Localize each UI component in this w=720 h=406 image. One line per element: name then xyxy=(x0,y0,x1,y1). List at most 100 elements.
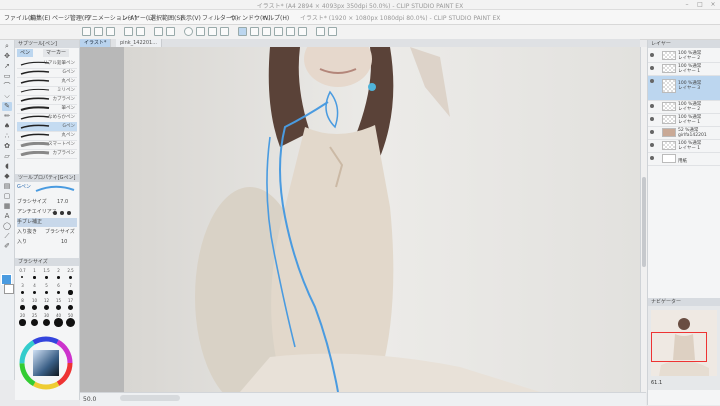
brush-size-grid[interactable]: 0.7 1 1.5 2 2.5 3 4 5 6 7 8 10 12 15 17 20 25 30 40 50 xyxy=(15,268,79,332)
menu-selection[interactable]: 選択範囲(S) xyxy=(150,13,183,22)
maximize-icon[interactable]: □ xyxy=(693,1,707,8)
balloon-tool-icon[interactable]: ◯ xyxy=(2,222,12,231)
tab-reference[interactable]: pink_142201... xyxy=(116,39,162,47)
eye-icon[interactable] xyxy=(650,66,654,70)
eye-icon[interactable] xyxy=(650,104,654,108)
brush-size-cell[interactable]: 6 xyxy=(53,283,64,297)
zoom-tool-icon[interactable]: ⌕ xyxy=(2,42,12,51)
operation-tool-icon[interactable]: ➚ xyxy=(2,62,12,71)
layer-item[interactable]: 100 %通常 レイヤー 1 xyxy=(648,114,720,127)
eye-icon[interactable] xyxy=(650,117,654,121)
flip-icon[interactable] xyxy=(316,27,325,36)
canvas-area[interactable] xyxy=(80,47,640,392)
menu-help[interactable]: ヘルプ(H) xyxy=(262,13,289,22)
brush-size-cell[interactable]: 4 xyxy=(29,283,40,297)
brush-size-cell[interactable]: 10 xyxy=(29,298,40,312)
scroll-thumb[interactable] xyxy=(642,177,646,267)
frame-tool-icon[interactable]: ▦ xyxy=(2,202,12,211)
layer-item[interactable]: 100 %通常 レイヤー 2 xyxy=(648,50,720,63)
navigator-preview[interactable] xyxy=(651,310,717,376)
move-tool-icon[interactable]: ✥ xyxy=(2,52,12,61)
brush-size-cell[interactable]: 17 xyxy=(65,298,76,312)
close-icon[interactable]: × xyxy=(706,1,720,8)
blend-tool-icon[interactable]: ◖ xyxy=(2,162,12,171)
layer-item[interactable]: 100 %通常 レイヤー 2 xyxy=(648,101,720,114)
fill-tool-icon[interactable]: ◆ xyxy=(2,172,12,181)
ruler-icon[interactable] xyxy=(250,27,259,36)
figure-tool-icon[interactable]: ▢ xyxy=(2,192,12,201)
layer-item[interactable]: 100 %通常 レイヤー 1 xyxy=(648,63,720,76)
crop-icon[interactable] xyxy=(286,27,295,36)
undo-icon[interactable] xyxy=(124,27,133,36)
ruler-tool-icon[interactable]: ⟋ xyxy=(2,232,12,241)
save-icon[interactable] xyxy=(106,27,115,36)
decoration-tool-icon[interactable]: ✿ xyxy=(2,142,12,151)
transform-icon[interactable] xyxy=(166,27,175,36)
brush-tool-icon[interactable]: ♠ xyxy=(2,122,12,131)
antialias-option[interactable] xyxy=(53,211,57,215)
perspective-icon[interactable] xyxy=(274,27,283,36)
navigator-view-rect[interactable] xyxy=(651,332,707,362)
open-icon[interactable] xyxy=(94,27,103,36)
menu-view[interactable]: 表示(V) xyxy=(180,13,201,22)
status-zoom[interactable]: 50.0 xyxy=(83,396,96,403)
eye-icon[interactable] xyxy=(650,156,654,160)
brush-item[interactable]: カブラペン xyxy=(17,149,77,159)
eraser-tool-icon[interactable]: ▱ xyxy=(2,152,12,161)
clear-icon[interactable] xyxy=(154,27,163,36)
snap-icon[interactable] xyxy=(238,27,247,36)
canvas-vertical-scrollbar[interactable] xyxy=(640,47,647,392)
lasso-tool-icon[interactable]: ⌒ xyxy=(2,82,12,91)
color-wheel[interactable] xyxy=(19,336,73,390)
brush-size-cell[interactable]: 1 xyxy=(29,268,40,282)
rotate-icon[interactable] xyxy=(328,27,337,36)
airbrush-tool-icon[interactable]: ∴ xyxy=(2,132,12,141)
brush-size-cell[interactable]: 2.5 xyxy=(65,268,76,282)
deselect-icon[interactable] xyxy=(208,27,217,36)
gradient-tool-icon[interactable]: ▤ xyxy=(2,182,12,191)
minimize-icon[interactable]: – xyxy=(680,1,694,8)
stroke-in-row[interactable]: 入り抜き ブラシサイズ xyxy=(17,228,77,237)
brush-size-cell[interactable]: 1.5 xyxy=(41,268,52,282)
select-all-icon[interactable] xyxy=(196,27,205,36)
brush-size-cell[interactable]: 25 xyxy=(29,313,40,327)
correct-line-tool-icon[interactable]: ✐ xyxy=(2,242,12,251)
pencil-tool-icon[interactable]: ✏ xyxy=(2,112,12,121)
brush-size-cell[interactable]: 20 xyxy=(17,313,28,327)
brush-size-cell[interactable]: 12 xyxy=(41,298,52,312)
menu-edit[interactable]: 編集(E) xyxy=(30,13,50,22)
selection-tool-icon[interactable]: ▭ xyxy=(2,72,12,81)
guide-icon[interactable] xyxy=(298,27,307,36)
new-icon[interactable] xyxy=(82,27,91,36)
brush-size-cell[interactable]: 3 xyxy=(17,283,28,297)
zoom-slider[interactable] xyxy=(120,395,180,401)
stabilization-row[interactable]: 手ブレ補正 xyxy=(17,218,77,227)
navigator-zoom[interactable]: 61.1 xyxy=(651,380,662,386)
brush-size-cell[interactable]: 7 xyxy=(65,283,76,297)
eye-icon[interactable] xyxy=(650,53,654,57)
in-row[interactable]: 入り 10 xyxy=(17,238,77,247)
antialias-row[interactable]: アンチエイリアス xyxy=(17,208,77,217)
brush-size-cell[interactable]: 15 xyxy=(53,298,64,312)
pen-tool-icon[interactable]: ✎ xyxy=(2,102,12,111)
settings-icon[interactable] xyxy=(184,27,193,36)
eyedropper-tool-icon[interactable]: ⌵ xyxy=(2,92,12,101)
group-tab-pen[interactable]: ペン xyxy=(17,49,34,57)
grid-icon[interactable] xyxy=(262,27,271,36)
layer-item-selected[interactable]: 100 %通常 レイヤー 3 xyxy=(648,76,720,101)
brush-size-cell[interactable]: 8 xyxy=(17,298,28,312)
antialias-option[interactable] xyxy=(60,211,64,215)
group-tab-marker[interactable]: マーカー xyxy=(43,49,70,57)
brush-size-cell[interactable]: 2 xyxy=(53,268,64,282)
layer-item[interactable]: 100 %通常 レイヤー 1 xyxy=(648,140,720,153)
brush-size-cell[interactable]: 50 xyxy=(65,313,76,327)
brush-size-row[interactable]: ブラシサイズ 17.0 xyxy=(17,198,77,207)
layer-item[interactable]: 52 %通常 girlfa142201 xyxy=(648,127,720,140)
menu-page[interactable]: ページ管理(P) xyxy=(52,13,90,22)
antialias-option[interactable] xyxy=(67,211,71,215)
brush-size-cell[interactable]: 5 xyxy=(41,283,52,297)
sub-color-icon[interactable] xyxy=(4,284,14,294)
brush-size-cell[interactable]: 30 xyxy=(41,313,52,327)
tab-illustration[interactable]: イラスト* xyxy=(80,39,112,47)
eye-icon[interactable] xyxy=(650,79,654,83)
